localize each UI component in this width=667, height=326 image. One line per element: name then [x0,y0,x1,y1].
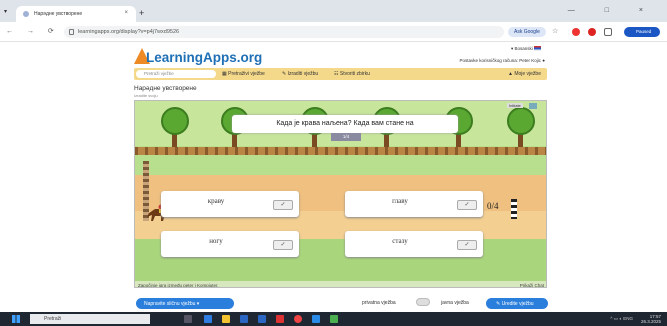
menu-create-task[interactable]: ✎ Izraditi vježbu [282,71,318,77]
private-label: privatna vježba [362,300,396,306]
side-panel-icon[interactable] [604,28,612,36]
answer-card[interactable]: главу ✓ [345,191,483,217]
page: LearningApps.org ▾ Bosanski Postavke kor… [0,42,667,309]
mail-icon[interactable] [258,315,266,323]
ask-google-button[interactable]: Ask Google [508,27,546,37]
task-view-icon[interactable] [184,315,192,323]
clock[interactable]: 17:57 26.3.2025 [641,314,661,324]
answer-word: стазу [392,237,408,245]
menu-create-collection[interactable]: ☷ Stvoriti zbirku [334,71,370,77]
browser-tab-bar: ▾ Нарәдне увстворене × + — □ × [0,0,667,22]
tab-close-icon[interactable]: × [124,10,128,16]
check-button[interactable]: ✓ [273,200,293,210]
answer-word: главу [392,197,408,205]
public-label: javna vježba [441,300,469,306]
url-field[interactable]: learningapps.org/display?v=p4j7wxd9526 [64,26,504,38]
check-button[interactable]: ✓ [457,200,477,210]
url-text: learningapps.org/display?v=p4j7wxd9526 [78,29,180,35]
visibility-toggle[interactable] [416,298,430,306]
store-icon[interactable] [240,315,248,323]
window-controls[interactable]: — □ × [568,7,657,14]
app-icon[interactable] [330,315,338,323]
answer-card[interactable]: ногу ✓ [161,231,299,257]
account-text: Postavke korisničkog računa: Peter Kojic [459,58,542,63]
app-icon[interactable] [312,315,320,323]
address-bar-row: ← → ⟳ learningapps.org/display?v=p4j7wxd… [0,22,667,42]
chrome-icon[interactable] [294,315,302,323]
menu-label: Izraditi vježbu [287,71,319,77]
browser-tab[interactable]: Нарәдне увстворене × [16,6,136,22]
taskbar-search-text: Pretraži [44,316,62,322]
extension-icon[interactable] [572,28,580,36]
system-tray[interactable]: ^ ▭ ◐ ENG [610,316,633,322]
extension-icon[interactable] [588,28,596,36]
answer-card[interactable]: стазу ✓ [345,231,483,257]
answer-word: ногу [209,237,223,245]
menu-browse-tasks[interactable]: ▦ Pretraživi vježbe [222,71,265,77]
edit-label: Uredite vježbu [501,301,534,307]
fullscreen-label[interactable]: Initiate [507,103,523,108]
flag-icon [534,46,541,52]
account-settings-link[interactable]: Postavke korisničkog računa: Peter Kojic… [459,58,545,63]
tab-search-icon[interactable]: ▾ [4,8,7,15]
user-icon: ● [542,58,545,63]
score: 0/4 [487,201,499,211]
edit-icon: ✎ [496,301,501,307]
site-logo[interactable]: LearningApps.org [134,44,284,70]
language-label: Bosanski [514,46,533,51]
nav-buttons[interactable]: ← → ⟳ [6,27,60,35]
fence [135,147,546,155]
menu-my-tasks[interactable]: ▲ Moje vježbe [508,71,541,77]
main-menu-bar: Pretraži vježbe ▦ Pretraživi vježbe ✎ Iz… [134,68,547,80]
taskbar-search[interactable]: Pretraži [30,314,150,324]
finish-line [511,199,517,219]
edit-task-button[interactable]: ✎ Uredite vježbu [486,298,548,309]
game-footer: Započinje igra između peter i Kompjuter.… [135,281,546,288]
bookmark-star-icon[interactable]: ☆ [552,27,558,35]
clock-date: 26.3.2025 [640,319,661,324]
page-subtitle[interactable]: Izradite svoju [134,93,158,98]
user-area: ▾ Bosanski Postavke korisničkog računa: … [400,44,545,68]
taskbar: Pretraži ^ ▭ ◐ ENG 17:57 26.3.2025 [0,312,667,326]
question-box: Када је крава наљена? Када вам стане на [232,115,458,133]
tab-favicon-icon [23,11,29,17]
make-similar-label: Napravite sličnu vježbu [144,301,196,307]
menu-label: Moje vježbe [514,71,541,77]
start-icon[interactable] [12,315,20,323]
logo-text: LearningApps.org [146,50,263,65]
check-button[interactable]: ✓ [457,240,477,250]
progress-counter: 1/4 [331,133,361,141]
language-selector[interactable]: ▾ Bosanski [511,46,541,52]
answer-card[interactable]: краву ✓ [161,191,299,217]
file-explorer-icon[interactable] [222,315,230,323]
profile-button[interactable]: Paused [624,27,660,37]
check-button[interactable]: ✓ [273,240,293,250]
search-placeholder: Pretraži vježbe [144,71,174,76]
game-status-text: Započinje igra između peter i Kompjuter. [138,283,219,288]
menu-label: Pretraživi vježbe [228,71,265,77]
search-input[interactable]: Pretraži vježbe [136,70,216,78]
show-chat-link[interactable]: Prikaži Chat [520,283,544,287]
new-tab-button[interactable]: + [139,8,144,18]
edge-icon[interactable] [204,315,212,323]
answer-word: краву [207,197,225,205]
fullscreen-icon[interactable] [529,103,537,109]
game-area[interactable]: Initiate Када је крава наљена? Када вам … [134,100,547,288]
page-title: Нарәдне увстворене [134,85,197,92]
language-indicator: ENG [623,316,633,321]
app-icon[interactable] [276,315,284,323]
site-info-icon[interactable] [69,29,74,35]
tab-title: Нарәдне увстворене [34,11,83,17]
make-similar-button[interactable]: Napravite sličnu vježbu ▾ [136,298,234,309]
menu-label: Stvoriti zbirku [339,71,370,77]
